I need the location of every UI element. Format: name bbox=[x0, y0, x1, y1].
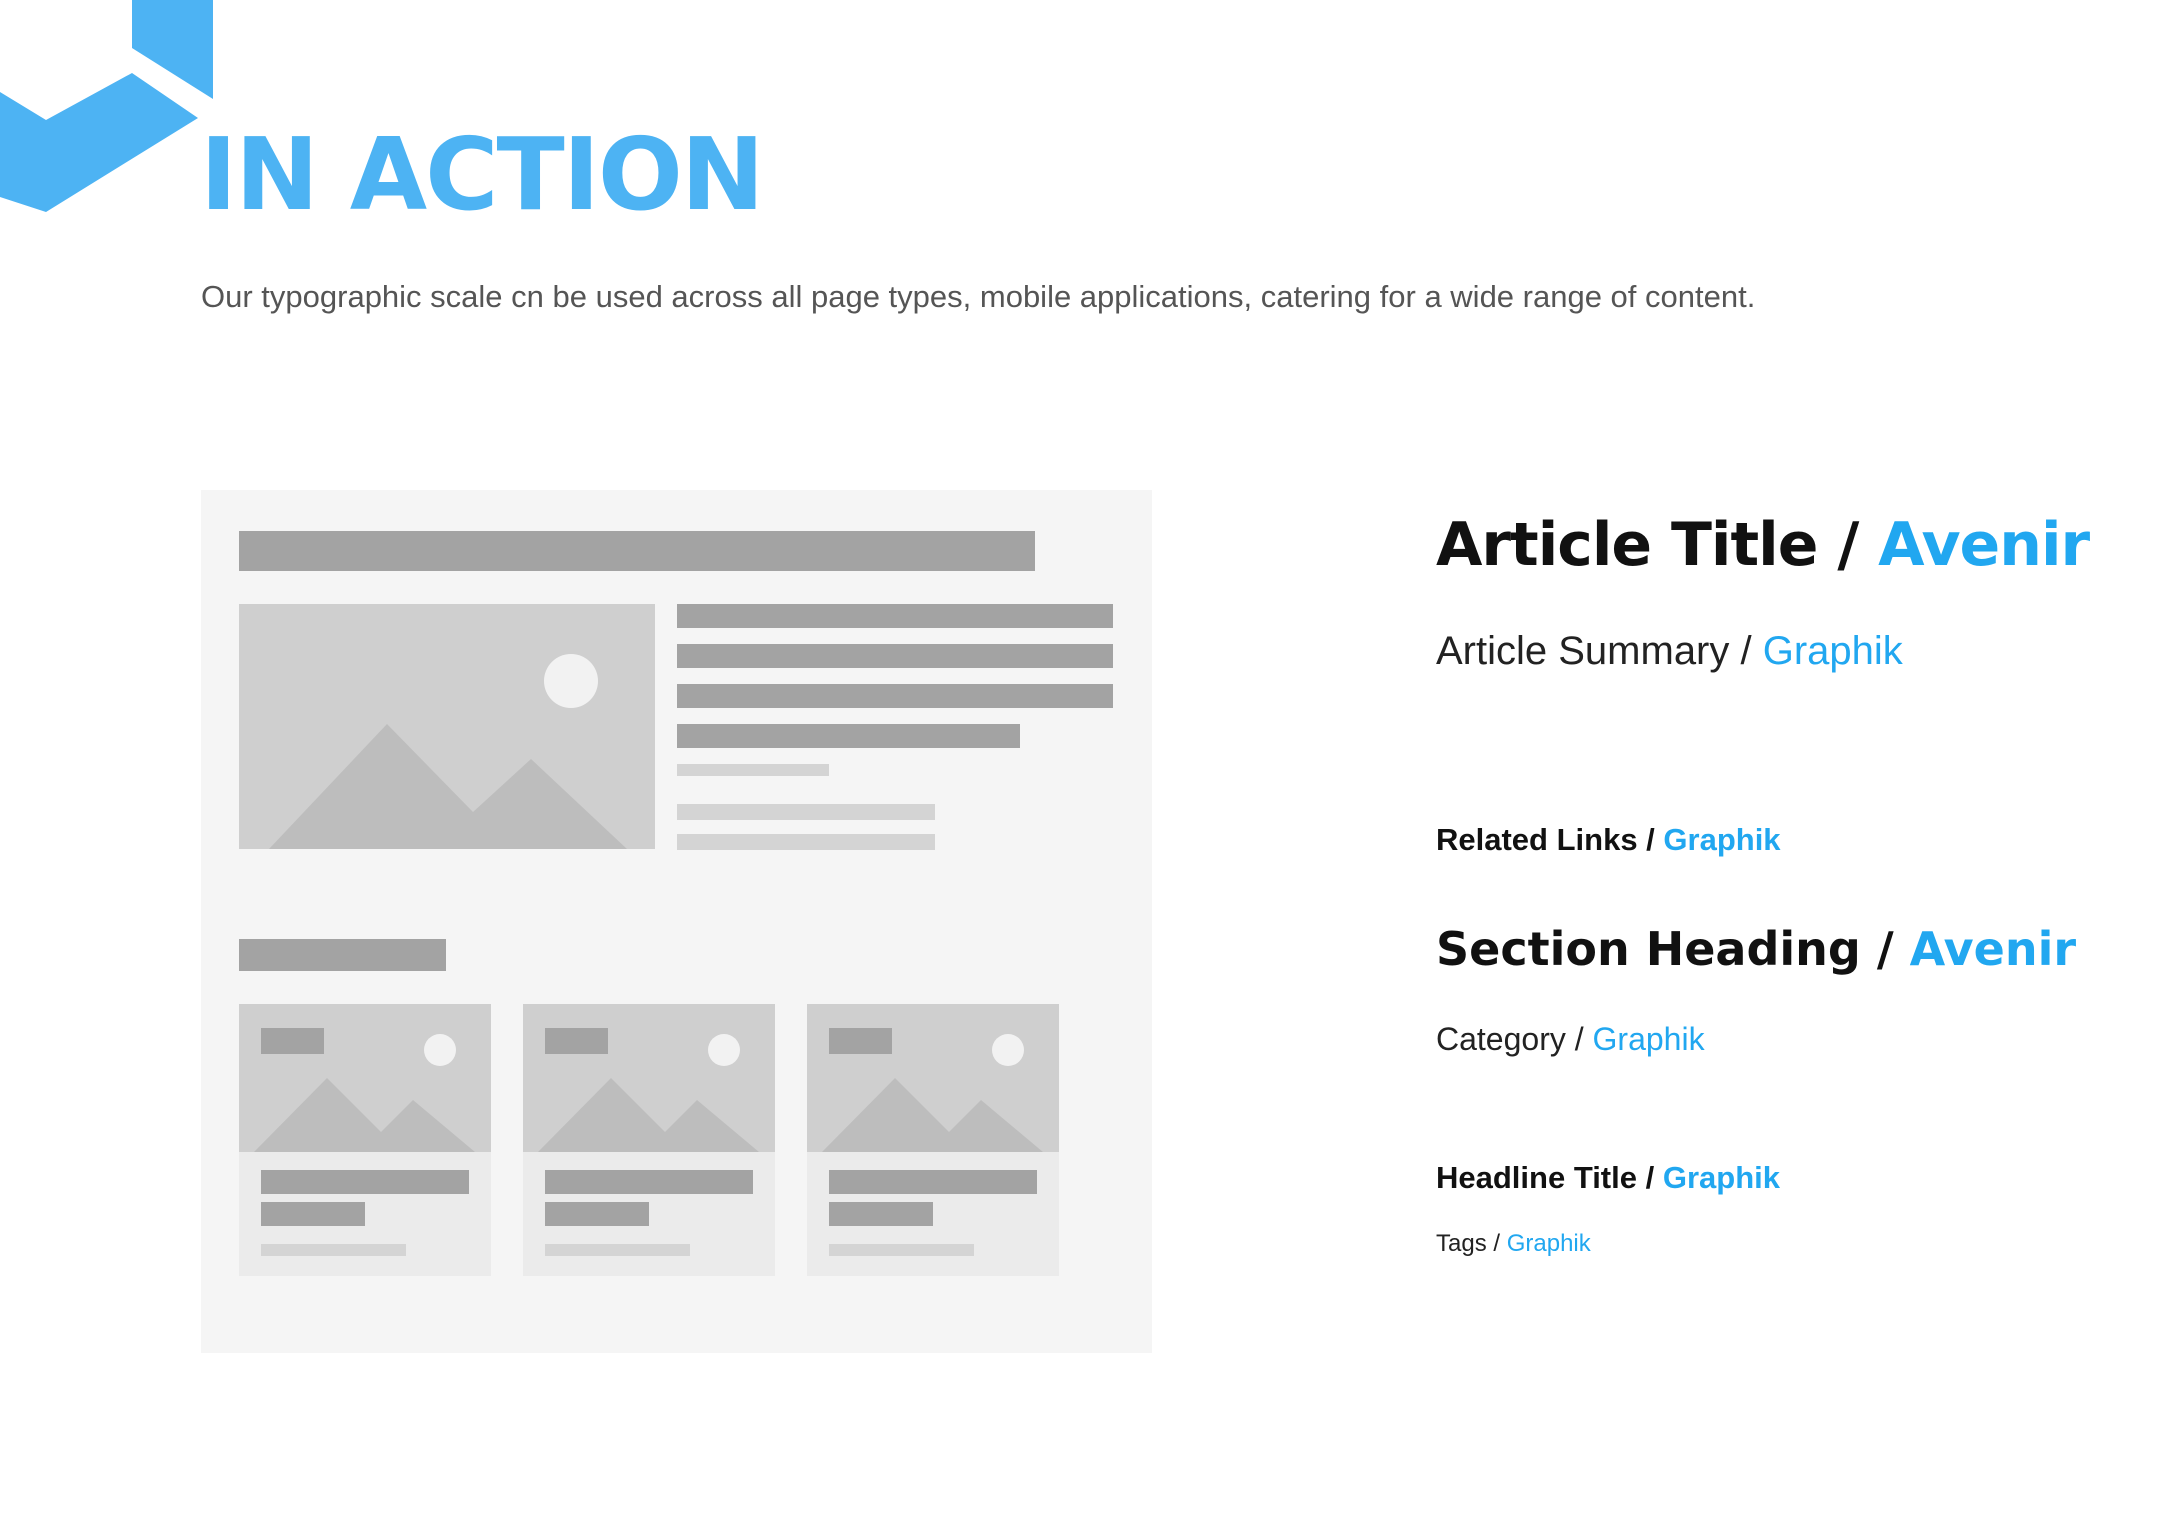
image-placeholder-icon bbox=[807, 1004, 1059, 1152]
page-title: IN ACTION bbox=[200, 116, 765, 233]
headline-card bbox=[807, 1004, 1059, 1276]
headline-line bbox=[829, 1202, 933, 1226]
image-placeholder-icon bbox=[523, 1004, 775, 1152]
meta-line bbox=[677, 764, 829, 776]
specimen-font: Graphik bbox=[1663, 822, 1781, 857]
category-tag-bar bbox=[545, 1028, 608, 1054]
specimen-label: Category bbox=[1436, 1021, 1566, 1057]
summary-line bbox=[677, 724, 1020, 748]
headline-line bbox=[261, 1170, 469, 1194]
image-placeholder-icon bbox=[239, 604, 655, 849]
specimen-label: Tags bbox=[1436, 1230, 1487, 1257]
chevron-cube-logo bbox=[0, 0, 213, 212]
specimen-label: Article Summary bbox=[1436, 629, 1730, 673]
tags-line bbox=[545, 1244, 690, 1256]
summary-line bbox=[677, 604, 1113, 628]
summary-line bbox=[677, 684, 1113, 708]
section-heading-bar bbox=[239, 939, 446, 971]
specimen-font: Avenir bbox=[1878, 510, 2090, 580]
separator: / bbox=[1565, 1021, 1593, 1057]
category-tag-bar bbox=[829, 1028, 892, 1054]
specimen-font: Graphik bbox=[1662, 1160, 1780, 1195]
headline-line bbox=[545, 1170, 753, 1194]
separator: / bbox=[1486, 1230, 1507, 1257]
specimen-headline-title: Headline Title / Graphik bbox=[1436, 1157, 1780, 1199]
headline-line bbox=[829, 1170, 1037, 1194]
specimen-label: Section Heading bbox=[1436, 922, 1861, 976]
specimen-font: Graphik bbox=[1506, 1230, 1591, 1257]
wireframe-page-title-bar bbox=[239, 531, 1035, 571]
related-link-line bbox=[677, 804, 935, 820]
type-specimens: Article Title / Avenir Article Summary /… bbox=[1436, 0, 2156, 1400]
separator: / bbox=[1637, 1160, 1663, 1195]
tags-line bbox=[829, 1244, 974, 1256]
headline-line bbox=[261, 1202, 365, 1226]
specimen-label: Related Links bbox=[1436, 822, 1638, 857]
separator: / bbox=[1729, 629, 1763, 673]
headline-card bbox=[523, 1004, 775, 1276]
specimen-tags: Tags / Graphik bbox=[1436, 1228, 1591, 1260]
separator: / bbox=[1860, 922, 1910, 976]
specimen-category: Category / Graphik bbox=[1436, 1017, 1705, 1061]
category-tag-bar bbox=[261, 1028, 324, 1054]
specimen-font: Graphik bbox=[1762, 629, 1903, 673]
separator: / bbox=[1637, 822, 1664, 857]
headline-card bbox=[239, 1004, 491, 1276]
specimen-article-title: Article Title / Avenir bbox=[1436, 505, 2090, 585]
specimen-font: Avenir bbox=[1909, 922, 2077, 976]
specimen-label: Article Title bbox=[1436, 510, 1818, 580]
separator: / bbox=[1817, 510, 1879, 580]
headline-line bbox=[545, 1202, 649, 1226]
summary-line bbox=[677, 644, 1113, 668]
specimen-article-summary: Article Summary / Graphik bbox=[1436, 623, 1903, 679]
tags-line bbox=[261, 1244, 406, 1256]
specimen-related-links: Related Links / Graphik bbox=[1436, 819, 1781, 861]
related-link-line bbox=[677, 834, 935, 850]
specimen-font: Graphik bbox=[1592, 1021, 1705, 1057]
specimen-section-heading: Section Heading / Avenir bbox=[1436, 918, 2076, 980]
specimen-label: Headline Title bbox=[1436, 1160, 1637, 1195]
page-layout-wireframe bbox=[201, 490, 1152, 1353]
image-placeholder-icon bbox=[239, 1004, 491, 1152]
